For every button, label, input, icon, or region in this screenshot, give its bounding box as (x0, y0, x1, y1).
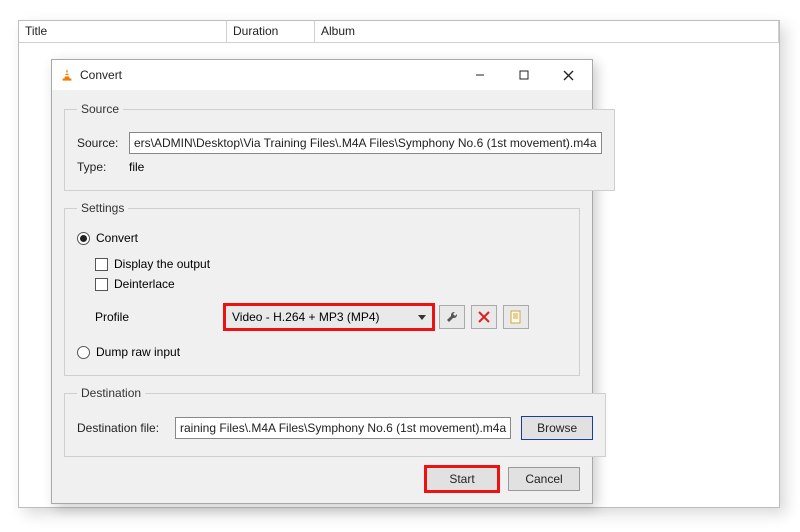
dump-radio[interactable] (77, 346, 90, 359)
dialog-title: Convert (80, 68, 458, 82)
destination-input[interactable]: raining Files\.M4A Files\Symphony No.6 (… (175, 417, 511, 439)
start-button[interactable]: Start (426, 467, 498, 491)
close-button[interactable] (546, 60, 590, 90)
destination-label: Destination file: (77, 421, 175, 435)
deinterlace-row[interactable]: Deinterlace (95, 277, 567, 291)
source-input[interactable]: ers\ADMIN\Desktop\Via Training Files\.M4… (129, 132, 602, 154)
vlc-cone-icon (60, 68, 74, 82)
convert-dialog: Convert Source Source: ers\ADMIN\Desktop… (51, 59, 593, 504)
browse-button[interactable]: Browse (521, 416, 593, 440)
type-value: file (129, 160, 144, 174)
column-album[interactable]: Album (315, 21, 779, 42)
edit-profile-button[interactable] (439, 305, 465, 329)
deinterlace-checkbox[interactable] (95, 278, 108, 291)
column-duration[interactable]: Duration (227, 21, 315, 42)
type-label: Type: (77, 160, 129, 174)
chevron-down-icon (418, 315, 426, 320)
destination-group: Destination Destination file: raining Fi… (64, 386, 606, 457)
display-output-label: Display the output (114, 257, 210, 271)
playlist-table-header: Title Duration Album (19, 21, 779, 43)
display-output-checkbox[interactable] (95, 258, 108, 271)
delete-profile-button[interactable] (471, 305, 497, 329)
maximize-button[interactable] (502, 60, 546, 90)
deinterlace-label: Deinterlace (114, 277, 175, 291)
dialog-body: Source Source: ers\ADMIN\Desktop\Via Tra… (52, 90, 592, 503)
dump-radio-label: Dump raw input (96, 345, 180, 359)
dialog-buttons: Start Cancel (64, 467, 580, 491)
source-group: Source Source: ers\ADMIN\Desktop\Via Tra… (64, 102, 615, 191)
dump-radio-row[interactable]: Dump raw input (77, 345, 567, 359)
minimize-button[interactable] (458, 60, 502, 90)
profile-label: Profile (95, 310, 225, 324)
x-icon (478, 311, 490, 323)
column-title[interactable]: Title (19, 21, 227, 42)
convert-radio[interactable] (77, 232, 90, 245)
display-output-row[interactable]: Display the output (95, 257, 567, 271)
new-profile-button[interactable] (503, 305, 529, 329)
settings-legend: Settings (77, 201, 128, 215)
destination-legend: Destination (77, 386, 145, 400)
wrench-icon (445, 310, 459, 324)
main-window: Title Duration Album Convert (18, 20, 780, 508)
profile-combobox[interactable]: Video - H.264 + MP3 (MP4) (225, 305, 433, 329)
source-legend: Source (77, 102, 123, 116)
titlebar: Convert (52, 60, 592, 90)
new-document-icon (509, 310, 523, 324)
profile-value: Video - H.264 + MP3 (MP4) (232, 310, 380, 324)
convert-radio-label: Convert (96, 231, 138, 245)
cancel-button[interactable]: Cancel (508, 467, 580, 491)
settings-group: Settings Convert Display the output Dein… (64, 201, 580, 376)
convert-radio-row[interactable]: Convert (77, 231, 567, 245)
source-label: Source: (77, 136, 129, 150)
